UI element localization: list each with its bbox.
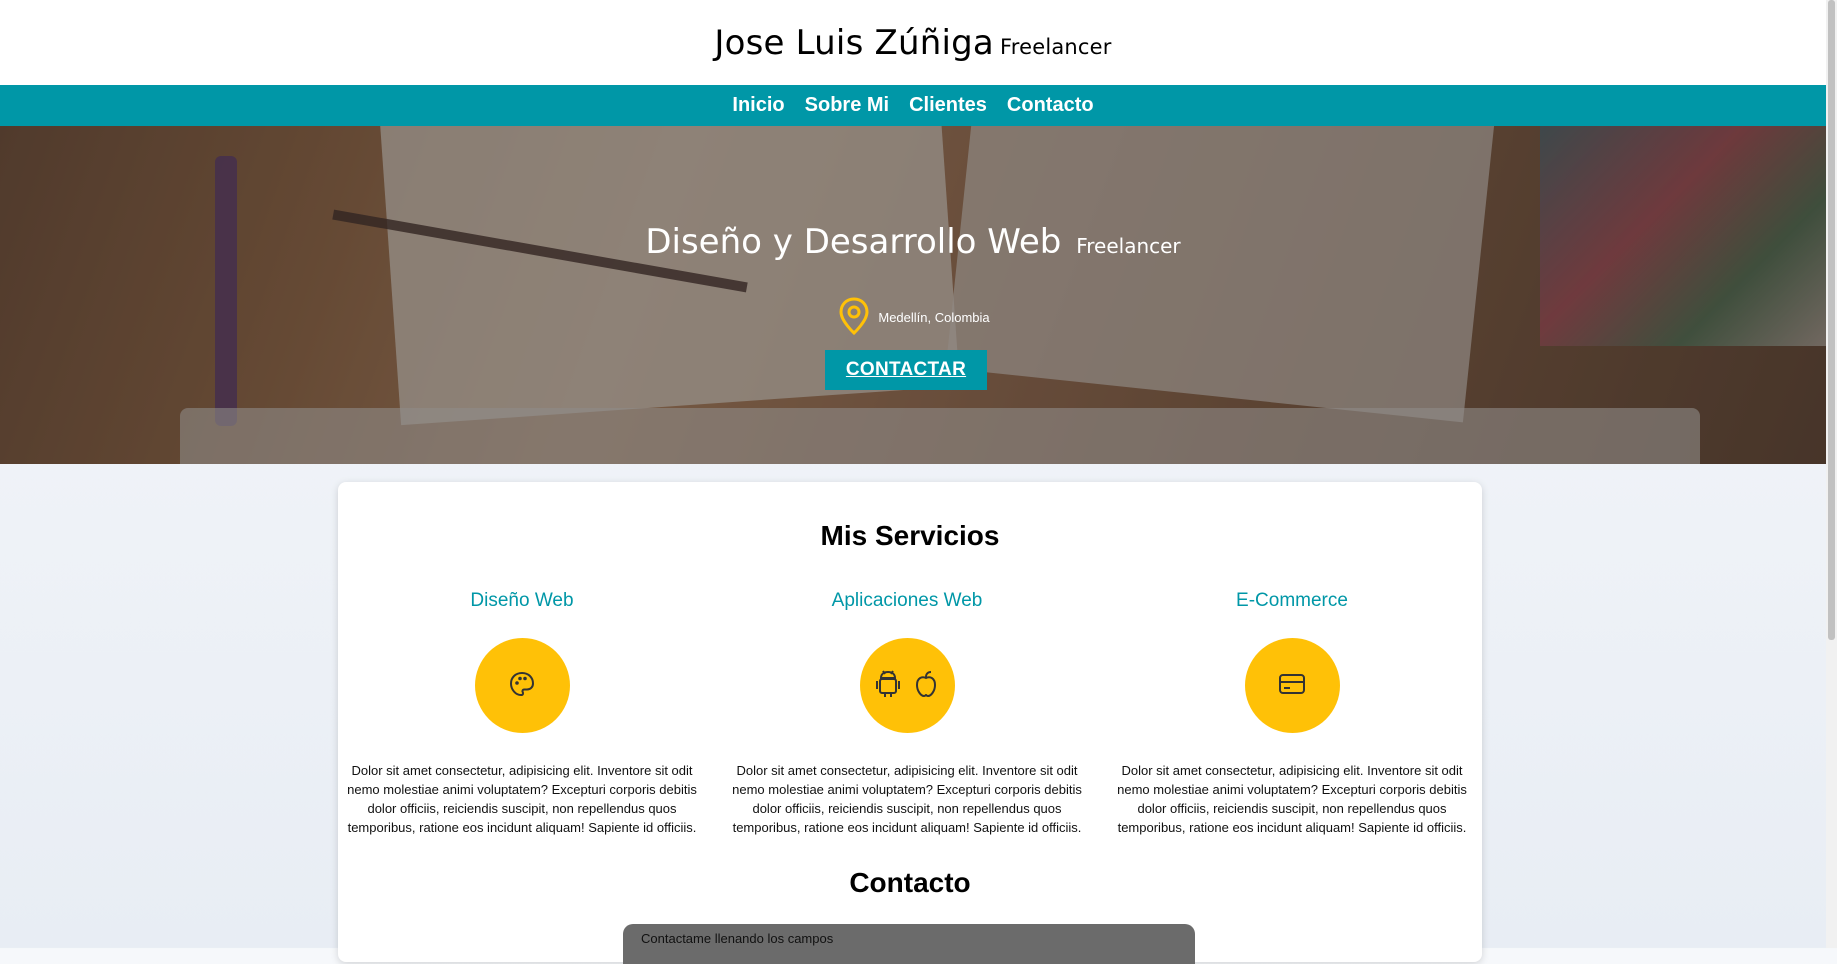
nav-item-clientes[interactable]: Clientes: [909, 90, 987, 121]
site-title: Jose Luis Zúñiga Freelancer: [714, 23, 1111, 63]
nav-item-sobre-mi[interactable]: Sobre Mi: [805, 90, 889, 121]
hero-title-sub: Freelancer: [1076, 234, 1181, 258]
main-nav: Inicio Sobre Mi Clientes Contacto: [0, 85, 1826, 126]
service-title: Diseño Web: [470, 590, 574, 611]
hero-location-text: Medellín, Colombia: [878, 310, 990, 325]
service-e-commerce: E-Commerce Dolor sit amet consectetur, a…: [1112, 590, 1472, 837]
credit-card-icon: [1278, 672, 1306, 700]
hero-title: Diseño y Desarrollo Web Freelancer: [0, 222, 1826, 262]
palette-icon: [508, 670, 536, 702]
site-name: Jose Luis Zúñiga: [714, 22, 994, 63]
contact-form: Contactame llenando los campos: [623, 924, 1195, 964]
main-card: Mis Servicios Diseño Web Dolor sit amet …: [338, 482, 1482, 964]
contact-form-legend: Contactame llenando los campos: [641, 931, 834, 946]
service-icon-circle: [859, 638, 955, 733]
service-icon-circle: [1244, 638, 1340, 733]
service-description: Dolor sit amet consectetur, adipisicing …: [732, 763, 1082, 835]
hero-location: Medellín, Colombia: [0, 296, 1826, 339]
site-header: Jose Luis Zúñiga Freelancer: [0, 0, 1826, 85]
hero-content: Diseño y Desarrollo Web Freelancer Medel…: [0, 126, 1826, 464]
service-description: Dolor sit amet consectetur, adipisicing …: [347, 763, 697, 835]
service-icon-circle: [474, 638, 570, 733]
site-role: Freelancer: [999, 34, 1112, 59]
services-title: Mis Servicios: [820, 520, 1000, 551]
nav-item-contacto[interactable]: Contacto: [1007, 90, 1094, 121]
map-pin-icon: [836, 296, 872, 339]
hero-section: Diseño y Desarrollo Web Freelancer Medel…: [0, 126, 1826, 464]
service-title: E-Commerce: [1236, 590, 1348, 611]
service-aplicaciones-web: Aplicaciones Web Dolor sit amet consecte…: [727, 590, 1087, 837]
scrollbar-thumb[interactable]: [1828, 0, 1835, 640]
contact-title: Contacto: [849, 867, 971, 898]
contactar-button[interactable]: CONTACTAR: [825, 350, 987, 390]
nav-item-inicio[interactable]: Inicio: [732, 90, 784, 121]
hero-title-main: Diseño y Desarrollo Web: [645, 222, 1062, 262]
service-description: Dolor sit amet consectetur, adipisicing …: [1117, 763, 1467, 835]
android-icon: [875, 669, 901, 703]
service-title: Aplicaciones Web: [831, 590, 983, 611]
service-diseno-web: Diseño Web Dolor sit amet consectetur, a…: [342, 590, 702, 837]
page-scrollbar[interactable]: [1826, 0, 1837, 948]
apple-icon: [913, 669, 939, 703]
